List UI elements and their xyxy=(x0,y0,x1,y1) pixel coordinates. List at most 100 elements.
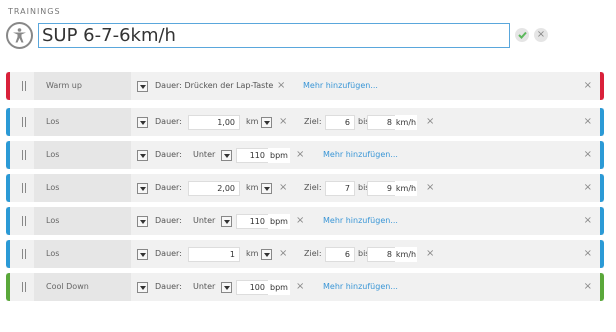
step-name: Warm up xyxy=(34,72,131,100)
condition-dropdown[interactable] xyxy=(221,216,232,227)
workout-step: Cool Down Dauer: Unter 100 bpm × Mehr hinzufüg… xyxy=(6,273,604,301)
duration-value-input[interactable]: 100 xyxy=(236,280,270,295)
remove-step-icon[interactable]: × xyxy=(584,174,592,202)
workout-step: Los Dauer: 1,00 km × Ziel: 6 bis 8 km/h × × xyxy=(6,108,604,136)
remove-step-icon[interactable]: × xyxy=(584,108,592,136)
step-type-dropdown[interactable] xyxy=(137,216,148,227)
step-color-bar-left xyxy=(6,72,10,100)
duration-unit: km xyxy=(246,183,259,192)
remove-target-icon[interactable]: × xyxy=(426,108,434,136)
duration-label: Dauer: xyxy=(155,282,182,291)
step-color-bar-right xyxy=(600,273,604,301)
drag-handle-icon[interactable] xyxy=(22,150,26,160)
duration-label: Dauer: xyxy=(155,117,182,126)
step-type-dropdown[interactable] xyxy=(137,249,148,260)
step-type-dropdown[interactable] xyxy=(137,150,148,161)
duration-value-input[interactable]: 2,00 xyxy=(188,181,240,196)
target-from-input[interactable]: 7 xyxy=(325,181,355,196)
confirm-button[interactable] xyxy=(515,28,529,42)
step-name: Los xyxy=(34,174,131,202)
target-to-input[interactable]: 8 xyxy=(367,247,397,262)
duration-value-input[interactable]: 1,00 xyxy=(188,115,240,130)
step-color-bar-right xyxy=(600,174,604,202)
remove-duration-icon[interactable]: × xyxy=(279,174,287,202)
remove-duration-icon[interactable]: × xyxy=(296,207,304,235)
remove-duration-icon[interactable]: × xyxy=(279,240,287,268)
step-color-bar-right xyxy=(600,141,604,169)
remove-step-icon[interactable]: × xyxy=(584,72,592,100)
remove-duration-icon[interactable]: × xyxy=(277,72,285,100)
condition-dropdown[interactable] xyxy=(221,282,232,293)
remove-step-icon[interactable]: × xyxy=(584,207,592,235)
remove-duration-icon[interactable]: × xyxy=(296,141,304,169)
add-more-link[interactable]: Mehr hinzufügen... xyxy=(323,207,398,235)
step-color-bar-left xyxy=(6,207,10,235)
check-icon xyxy=(517,31,527,39)
remove-target-icon[interactable]: × xyxy=(426,174,434,202)
duration-unit-dropdown[interactable] xyxy=(261,249,272,260)
step-color-bar-right xyxy=(600,240,604,268)
step-color-bar-right xyxy=(600,108,604,136)
condition-label: Unter xyxy=(193,282,216,291)
step-name: Los xyxy=(34,108,131,136)
step-color-bar-right xyxy=(600,207,604,235)
target-from-input[interactable]: 6 xyxy=(325,115,355,130)
duration-unit-dropdown[interactable] xyxy=(261,117,272,128)
step-color-bar-left xyxy=(6,273,10,301)
condition-label: Unter xyxy=(193,150,216,159)
drag-handle-icon[interactable] xyxy=(22,216,26,226)
duration-unit: km xyxy=(246,117,259,126)
add-more-link[interactable]: Mehr hinzufügen... xyxy=(323,141,398,169)
target-to-input[interactable]: 8 xyxy=(367,115,397,130)
condition-label: Unter xyxy=(193,216,216,225)
target-unit: km/h xyxy=(395,115,417,130)
remove-step-icon[interactable]: × xyxy=(584,273,592,301)
drag-handle-icon[interactable] xyxy=(22,282,26,292)
duration-value-input[interactable]: 1 xyxy=(188,247,240,262)
step-type-dropdown[interactable] xyxy=(137,117,148,128)
step-color-bar-right xyxy=(600,72,604,100)
target-to-input[interactable]: 9 xyxy=(367,181,397,196)
workout-step: Los Dauer: 2,00 km × Ziel: 7 bis 9 km/h × × xyxy=(6,174,604,202)
remove-duration-icon[interactable]: × xyxy=(279,108,287,136)
workout-step: Los Dauer: 1 km × Ziel: 6 bis 8 km/h × × xyxy=(6,240,604,268)
training-title-input[interactable]: SUP 6-7-6km/h xyxy=(38,23,510,48)
title-row: SUP 6-7-6km/h × xyxy=(6,22,548,50)
duration-unit: km xyxy=(246,249,259,258)
cancel-button[interactable]: × xyxy=(534,28,548,42)
add-more-link[interactable]: Mehr hinzufügen... xyxy=(323,273,398,301)
step-type-dropdown[interactable] xyxy=(137,183,148,194)
target-unit: km/h xyxy=(395,181,417,196)
remove-target-icon[interactable]: × xyxy=(426,240,434,268)
target-unit: km/h xyxy=(395,247,417,262)
drag-handle-icon[interactable] xyxy=(22,81,26,91)
workout-step: Warm up Dauer: Drücken der Lap-Taste × Mehr… xyxy=(6,72,604,100)
step-type-dropdown[interactable] xyxy=(137,81,148,92)
drag-handle-icon[interactable] xyxy=(22,183,26,193)
duration-unit-dropdown[interactable] xyxy=(261,183,272,194)
step-color-bar-left xyxy=(6,141,10,169)
step-color-bar-left xyxy=(6,174,10,202)
target-from-input[interactable]: 6 xyxy=(325,247,355,262)
remove-step-icon[interactable]: × xyxy=(584,240,592,268)
step-color-bar-left xyxy=(6,240,10,268)
duration-label: Dauer: xyxy=(155,150,182,159)
workout-step: Los Dauer: Unter 110 bpm × Mehr hinzufügen... × xyxy=(6,141,604,169)
duration-value-input[interactable]: 110 xyxy=(236,148,270,163)
step-name: Los xyxy=(34,240,131,268)
duration-value-input[interactable]: 110 xyxy=(236,214,270,229)
step-name: Los xyxy=(34,207,131,235)
target-label: Ziel: xyxy=(304,249,322,258)
workout-step: Los Dauer: Unter 110 bpm × Mehr hinzufügen... × xyxy=(6,207,604,235)
target-label: Ziel: xyxy=(304,117,322,126)
remove-duration-icon[interactable]: × xyxy=(296,273,304,301)
remove-step-icon[interactable]: × xyxy=(584,141,592,169)
condition-dropdown[interactable] xyxy=(221,150,232,161)
duration-label: Dauer: xyxy=(155,216,182,225)
drag-handle-icon[interactable] xyxy=(22,249,26,259)
drag-handle-icon[interactable] xyxy=(22,117,26,127)
step-type-dropdown[interactable] xyxy=(137,282,148,293)
add-more-link[interactable]: Mehr hinzufügen... xyxy=(303,72,378,100)
duration-label: Dauer: xyxy=(155,183,182,192)
duration-unit: bpm xyxy=(268,280,290,295)
